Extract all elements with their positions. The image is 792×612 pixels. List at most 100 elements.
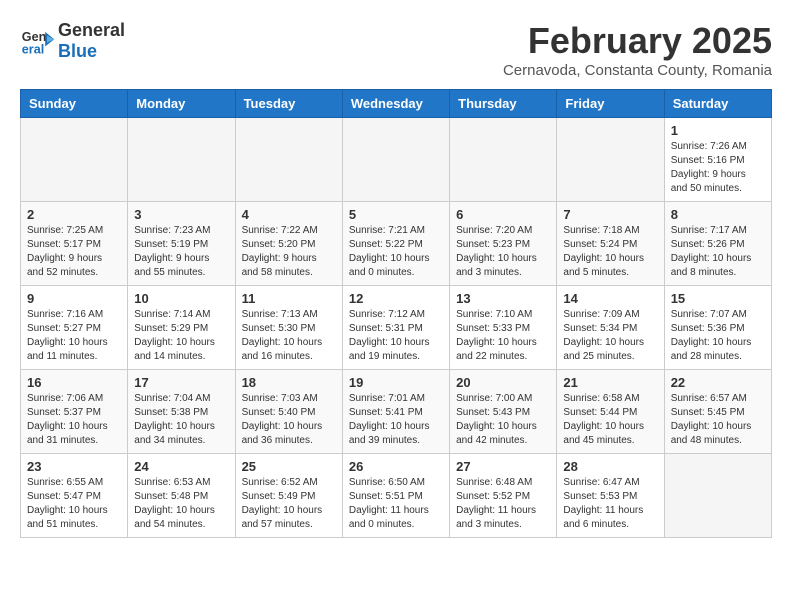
calendar-week-row: 16 Sunrise: 7:06 AM Sunset: 5:37 PM Dayli…	[21, 370, 772, 454]
table-row: 19 Sunrise: 7:01 AM Sunset: 5:41 PM Dayli…	[342, 370, 449, 454]
calendar-title: February 2025	[503, 20, 772, 62]
col-monday: Monday	[128, 90, 235, 118]
table-row: 12Sunrise: 7:12 AM Sunset: 5:31 PM Dayli…	[342, 286, 449, 370]
day-number: 4	[242, 207, 336, 222]
day-number: 21	[563, 375, 657, 390]
logo-icon: Gen eral	[20, 23, 56, 59]
day-number: 19	[349, 375, 443, 390]
day-info: Sunrise: 6:57 AM Sunset: 5:45 PM Dayligh…	[671, 392, 765, 448]
header: Gen eral General Blue February 2025 Cern…	[20, 20, 772, 79]
day-info: Sunrise: 6:58 AM Sunset: 5:44 PM Dayligh…	[563, 392, 657, 448]
table-row: 8 Sunrise: 7:17 AM Sunset: 5:26 PM Daylig…	[664, 202, 771, 286]
day-info: Sunrise: 7:13 AM Sunset: 5:30 PM Dayligh…	[242, 308, 336, 364]
day-number: 9	[27, 291, 121, 306]
day-info: Sunrise: 6:55 AM Sunset: 5:47 PM Dayligh…	[27, 476, 121, 532]
col-friday: Friday	[557, 90, 664, 118]
table-row: 1 Sunrise: 7:26 AM Sunset: 5:16 PM Daylig…	[664, 118, 771, 202]
calendar-week-row: 9Sunrise: 7:16 AM Sunset: 5:27 PM Daylig…	[21, 286, 772, 370]
col-wednesday: Wednesday	[342, 90, 449, 118]
table-row	[557, 118, 664, 202]
day-number: 15	[671, 291, 765, 306]
day-number: 16	[27, 375, 121, 390]
day-number: 26	[349, 459, 443, 474]
day-number: 5	[349, 207, 443, 222]
table-row: 22 Sunrise: 6:57 AM Sunset: 5:45 PM Dayli…	[664, 370, 771, 454]
table-row: 25 Sunrise: 6:52 AM Sunset: 5:49 PM Dayli…	[235, 454, 342, 538]
day-info: Sunrise: 6:53 AM Sunset: 5:48 PM Dayligh…	[134, 476, 228, 532]
day-number: 22	[671, 375, 765, 390]
table-row: 6 Sunrise: 7:20 AM Sunset: 5:23 PM Daylig…	[450, 202, 557, 286]
table-row: 5 Sunrise: 7:21 AM Sunset: 5:22 PM Daylig…	[342, 202, 449, 286]
table-row: 2 Sunrise: 7:25 AM Sunset: 5:17 PM Daylig…	[21, 202, 128, 286]
day-info: Sunrise: 7:00 AM Sunset: 5:43 PM Dayligh…	[456, 392, 550, 448]
day-info: Sunrise: 6:52 AM Sunset: 5:49 PM Dayligh…	[242, 476, 336, 532]
day-number: 14	[563, 291, 657, 306]
day-number: 6	[456, 207, 550, 222]
table-row: 27Sunrise: 6:48 AM Sunset: 5:52 PM Dayli…	[450, 454, 557, 538]
table-row: 23 Sunrise: 6:55 AM Sunset: 5:47 PM Dayli…	[21, 454, 128, 538]
day-info: Sunrise: 7:03 AM Sunset: 5:40 PM Dayligh…	[242, 392, 336, 448]
col-thursday: Thursday	[450, 90, 557, 118]
day-number: 20	[456, 375, 550, 390]
day-number: 8	[671, 207, 765, 222]
day-info: Sunrise: 7:26 AM Sunset: 5:16 PM Dayligh…	[671, 140, 765, 196]
table-row: 16 Sunrise: 7:06 AM Sunset: 5:37 PM Dayli…	[21, 370, 128, 454]
day-info: Sunrise: 7:20 AM Sunset: 5:23 PM Dayligh…	[456, 224, 550, 280]
day-info: Sunrise: 7:12 AM Sunset: 5:31 PM Dayligh…	[349, 308, 443, 364]
calendar-week-row: 1 Sunrise: 7:26 AM Sunset: 5:16 PM Daylig…	[21, 118, 772, 202]
col-tuesday: Tuesday	[235, 90, 342, 118]
day-info: Sunrise: 7:17 AM Sunset: 5:26 PM Dayligh…	[671, 224, 765, 280]
table-row: 21 Sunrise: 6:58 AM Sunset: 5:44 PM Dayli…	[557, 370, 664, 454]
calendar-week-row: 23 Sunrise: 6:55 AM Sunset: 5:47 PM Dayli…	[21, 454, 772, 538]
svg-text:eral: eral	[22, 43, 44, 57]
day-number: 11	[242, 291, 336, 306]
day-number: 24	[134, 459, 228, 474]
day-info: Sunrise: 6:47 AM Sunset: 5:53 PM Dayligh…	[563, 476, 657, 532]
day-info: Sunrise: 7:06 AM Sunset: 5:37 PM Dayligh…	[27, 392, 121, 448]
day-number: 23	[27, 459, 121, 474]
title-section: February 2025 Cernavoda, Constanta Count…	[503, 20, 772, 79]
day-number: 25	[242, 459, 336, 474]
day-info: Sunrise: 7:14 AM Sunset: 5:29 PM Dayligh…	[134, 308, 228, 364]
table-row: 3Sunrise: 7:23 AM Sunset: 5:19 PM Daylig…	[128, 202, 235, 286]
table-row: 24 Sunrise: 6:53 AM Sunset: 5:48 PM Dayli…	[128, 454, 235, 538]
day-number: 2	[27, 207, 121, 222]
day-info: Sunrise: 7:10 AM Sunset: 5:33 PM Dayligh…	[456, 308, 550, 364]
table-row: 17 Sunrise: 7:04 AM Sunset: 5:38 PM Dayli…	[128, 370, 235, 454]
table-row: 20 Sunrise: 7:00 AM Sunset: 5:43 PM Dayli…	[450, 370, 557, 454]
day-info: Sunrise: 7:22 AM Sunset: 5:20 PM Dayligh…	[242, 224, 336, 280]
table-row: 9Sunrise: 7:16 AM Sunset: 5:27 PM Daylig…	[21, 286, 128, 370]
table-row: 18 Sunrise: 7:03 AM Sunset: 5:40 PM Dayli…	[235, 370, 342, 454]
calendar-subtitle: Cernavoda, Constanta County, Romania	[503, 62, 772, 79]
logo-text-blue: Blue	[58, 41, 125, 62]
table-row: 13 Sunrise: 7:10 AM Sunset: 5:33 PM Dayli…	[450, 286, 557, 370]
day-number: 18	[242, 375, 336, 390]
calendar-week-row: 2 Sunrise: 7:25 AM Sunset: 5:17 PM Daylig…	[21, 202, 772, 286]
calendar-header-row: Sunday Monday Tuesday Wednesday Thursday…	[21, 90, 772, 118]
day-number: 13	[456, 291, 550, 306]
col-sunday: Sunday	[21, 90, 128, 118]
table-row: 14 Sunrise: 7:09 AM Sunset: 5:34 PM Dayli…	[557, 286, 664, 370]
table-row: 28Sunrise: 6:47 AM Sunset: 5:53 PM Dayli…	[557, 454, 664, 538]
table-row: 11 Sunrise: 7:13 AM Sunset: 5:30 PM Dayli…	[235, 286, 342, 370]
table-row	[21, 118, 128, 202]
logo: Gen eral General Blue	[20, 20, 125, 62]
table-row	[128, 118, 235, 202]
day-number: 27	[456, 459, 550, 474]
day-number: 17	[134, 375, 228, 390]
calendar-table: Sunday Monday Tuesday Wednesday Thursday…	[20, 89, 772, 538]
table-row	[664, 454, 771, 538]
col-saturday: Saturday	[664, 90, 771, 118]
table-row: 26Sunrise: 6:50 AM Sunset: 5:51 PM Dayli…	[342, 454, 449, 538]
day-info: Sunrise: 7:21 AM Sunset: 5:22 PM Dayligh…	[349, 224, 443, 280]
table-row: 7Sunrise: 7:18 AM Sunset: 5:24 PM Daylig…	[557, 202, 664, 286]
logo-text-general: General	[58, 20, 125, 41]
day-number: 1	[671, 123, 765, 138]
table-row	[450, 118, 557, 202]
day-info: Sunrise: 7:07 AM Sunset: 5:36 PM Dayligh…	[671, 308, 765, 364]
day-number: 10	[134, 291, 228, 306]
day-info: Sunrise: 7:09 AM Sunset: 5:34 PM Dayligh…	[563, 308, 657, 364]
day-info: Sunrise: 7:25 AM Sunset: 5:17 PM Dayligh…	[27, 224, 121, 280]
day-info: Sunrise: 7:04 AM Sunset: 5:38 PM Dayligh…	[134, 392, 228, 448]
day-info: Sunrise: 7:01 AM Sunset: 5:41 PM Dayligh…	[349, 392, 443, 448]
